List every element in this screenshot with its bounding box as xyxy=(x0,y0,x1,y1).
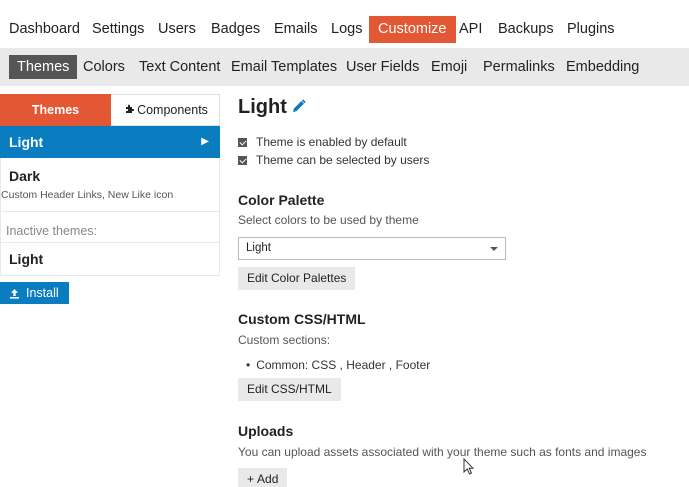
subnav-emoji[interactable]: Emoji xyxy=(431,55,467,79)
select-value: Light xyxy=(246,242,271,254)
tab-components[interactable]: Components xyxy=(111,94,221,126)
tab-themes[interactable]: Themes xyxy=(0,94,111,126)
user-selectable-checkbox[interactable]: Theme can be selected by users xyxy=(238,153,429,167)
subnav-embedding[interactable]: Embedding xyxy=(566,55,639,79)
customize-sub-nav: Themes Colors Text Content Email Templat… xyxy=(0,48,689,86)
add-label: Add xyxy=(257,472,279,486)
upload-icon xyxy=(10,289,19,299)
plus-icon: + xyxy=(247,472,255,486)
theme-item-description: Custom Header Links, New Like icon xyxy=(1,189,174,201)
puzzle-icon xyxy=(124,95,135,127)
admin-top-nav: Dashboard Settings Users Badges Emails L… xyxy=(0,16,689,43)
nav-plugins[interactable]: Plugins xyxy=(567,16,615,43)
theme-item-label: Light xyxy=(9,251,44,267)
uploads-description: You can upload assets associated with yo… xyxy=(238,445,647,459)
nav-emails[interactable]: Emails xyxy=(274,16,318,43)
subnav-email-templates[interactable]: Email Templates xyxy=(231,55,337,79)
inactive-themes-heading: Inactive themes: xyxy=(0,212,220,242)
mouse-cursor-icon xyxy=(463,457,475,481)
install-label: Install xyxy=(26,286,59,300)
caret-right-icon: ▶ xyxy=(201,136,209,147)
custom-sections-item: Common: CSS , Header , Footer xyxy=(246,358,430,372)
subnav-text-content[interactable]: Text Content xyxy=(139,55,220,79)
theme-item-dark[interactable]: Dark Custom Header Links, New Like icon xyxy=(0,158,220,212)
nav-logs[interactable]: Logs xyxy=(331,16,362,43)
tab-themes-label: Themes xyxy=(31,103,80,117)
theme-title: Light xyxy=(238,96,306,119)
nav-badges[interactable]: Badges xyxy=(211,16,260,43)
nav-backups[interactable]: Backups xyxy=(498,16,554,43)
edit-color-palettes-button[interactable]: Edit Color Palettes xyxy=(238,267,356,290)
sidebar-tabs: Themes Components xyxy=(0,94,220,126)
checkbox-checked[interactable] xyxy=(238,138,247,147)
custom-css-heading: Custom CSS/HTML xyxy=(238,311,366,327)
inactive-theme-item-light[interactable]: Light xyxy=(0,242,220,276)
pencil-icon[interactable] xyxy=(291,99,306,114)
nav-settings[interactable]: Settings xyxy=(92,16,144,43)
color-palette-description: Select colors to be used by theme xyxy=(238,213,419,227)
checkbox-label: Theme is enabled by default xyxy=(256,135,407,149)
chevron-down-icon xyxy=(490,247,498,251)
theme-title-text: Light xyxy=(238,96,287,118)
add-upload-button[interactable]: + Add xyxy=(238,468,288,487)
nav-dashboard[interactable]: Dashboard xyxy=(9,16,80,43)
enabled-default-checkbox[interactable]: Theme is enabled by default xyxy=(238,135,407,149)
subnav-user-fields[interactable]: User Fields xyxy=(346,55,419,79)
custom-css-description: Custom sections: xyxy=(238,333,331,347)
checkbox-checked[interactable] xyxy=(238,156,247,165)
nav-customize[interactable]: Customize xyxy=(369,16,456,43)
nav-api[interactable]: API xyxy=(459,16,482,43)
nav-users[interactable]: Users xyxy=(158,16,196,43)
subnav-themes[interactable]: Themes xyxy=(9,55,78,79)
edit-css-html-button[interactable]: Edit CSS/HTML xyxy=(238,378,341,401)
theme-item-label: Light xyxy=(9,134,44,150)
color-palette-heading: Color Palette xyxy=(238,192,325,208)
checkbox-label: Theme can be selected by users xyxy=(256,153,430,167)
subnav-colors[interactable]: Colors xyxy=(83,55,125,79)
theme-item-label: Dark xyxy=(9,168,41,184)
uploads-heading: Uploads xyxy=(238,423,294,439)
theme-item-light[interactable]: Light ▶ xyxy=(0,126,220,158)
subnav-permalinks[interactable]: Permalinks xyxy=(483,55,555,79)
color-palette-select[interactable]: Light xyxy=(238,237,506,260)
tab-components-label: Components xyxy=(137,103,208,117)
install-button[interactable]: Install xyxy=(0,282,69,304)
